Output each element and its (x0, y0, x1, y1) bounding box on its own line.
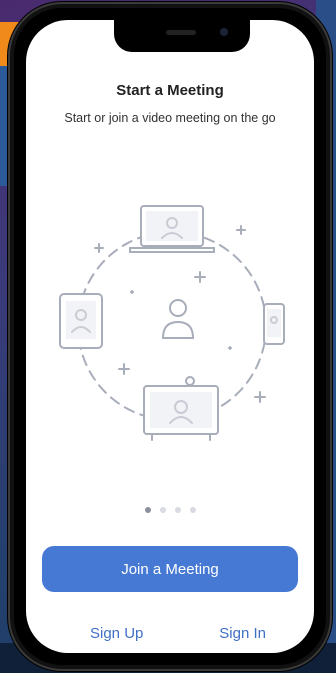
user-avatar-icon (161, 299, 195, 339)
phone-bezel: Start a Meeting Start or join a video me… (14, 8, 326, 665)
sign-up-link[interactable]: Sign Up (84, 624, 149, 643)
page-dot[interactable] (174, 507, 181, 513)
phone-notch (114, 20, 250, 52)
connection-ring (77, 231, 267, 421)
decorative-plus-icons (94, 225, 266, 403)
page-dot-active[interactable] (144, 507, 151, 513)
page-indicator[interactable] (26, 507, 314, 513)
page-title: Start a Meeting (116, 82, 224, 99)
front-camera-icon (220, 28, 228, 36)
speaker-grille (166, 30, 196, 35)
room-display-icon (143, 376, 219, 441)
tablet-icon (59, 293, 103, 349)
phone-frame: Start a Meeting Start or join a video me… (8, 2, 332, 671)
join-meeting-button[interactable]: Join a Meeting (42, 546, 298, 592)
page-dot[interactable] (189, 507, 196, 513)
sign-in-link[interactable]: Sign In (213, 624, 272, 643)
smartphone-icon (263, 303, 285, 345)
laptop-icon (129, 205, 215, 253)
page-dot[interactable] (159, 507, 166, 513)
page-subtitle: Start or join a video meeting on the go (64, 111, 276, 125)
phone-screen: Start a Meeting Start or join a video me… (26, 20, 314, 653)
